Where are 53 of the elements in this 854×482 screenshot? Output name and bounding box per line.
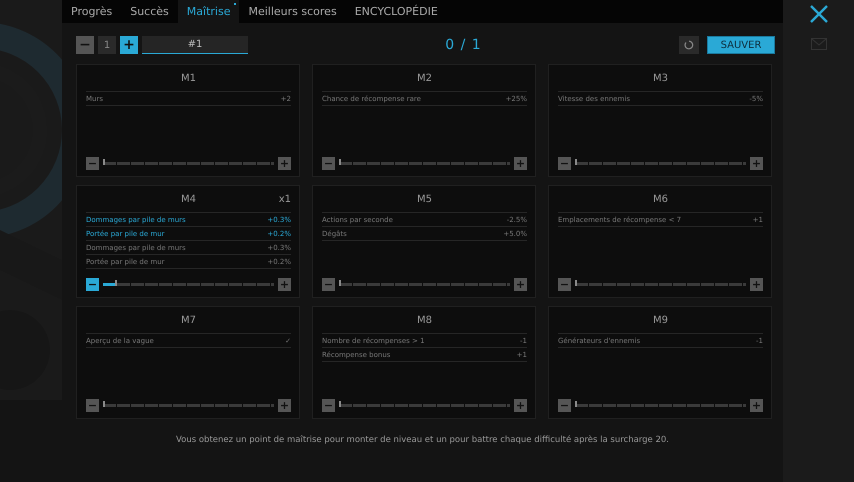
- level-slider[interactable]: [575, 162, 746, 165]
- card-title: M9: [653, 315, 668, 326]
- save-button[interactable]: SAUVER: [707, 36, 775, 54]
- card-title: M3: [653, 73, 668, 84]
- level-slider[interactable]: [103, 162, 274, 165]
- card-title: M2: [417, 73, 432, 84]
- increase-button[interactable]: +: [514, 399, 527, 412]
- footer-note: Vous obtenez un point de maîtrise pour monter de niveau et un pour battre chaque difficulté après la surcharge 20.: [174, 435, 670, 445]
- reset-button[interactable]: [679, 36, 699, 54]
- level-slider[interactable]: [339, 162, 510, 165]
- decrease-button[interactable]: −: [86, 278, 99, 291]
- envelope-icon[interactable]: [810, 38, 826, 50]
- increase-button[interactable]: +: [750, 278, 763, 291]
- multiplier: x1: [278, 194, 291, 205]
- tab[interactable]: Succès: [121, 0, 178, 23]
- loadout-number: 1: [98, 36, 116, 54]
- card-title: M1: [181, 73, 196, 84]
- increase-button[interactable]: +: [278, 399, 291, 412]
- decrease-button[interactable]: −: [86, 399, 99, 412]
- decrease-button[interactable]: −: [322, 157, 335, 170]
- tab[interactable]: ENCYCLOPÉDIE: [346, 0, 447, 23]
- increase-button[interactable]: +: [514, 157, 527, 170]
- decrease-button[interactable]: −: [86, 157, 99, 170]
- decrease-button[interactable]: −: [558, 157, 571, 170]
- level-slider[interactable]: [339, 283, 510, 286]
- level-slider[interactable]: [339, 404, 510, 407]
- decrease-button[interactable]: −: [558, 399, 571, 412]
- decrease-button[interactable]: −: [322, 399, 335, 412]
- decrease-button[interactable]: −: [322, 278, 335, 291]
- level-slider[interactable]: [103, 404, 274, 407]
- decrease-button[interactable]: −: [558, 278, 571, 291]
- increase-button[interactable]: +: [750, 399, 763, 412]
- tab[interactable]: Meilleurs scores: [239, 0, 346, 23]
- increase-button[interactable]: +: [278, 278, 291, 291]
- card-title: M4: [181, 194, 196, 205]
- close-icon[interactable]: [808, 4, 828, 24]
- decrease-button[interactable]: −: [76, 36, 94, 54]
- level-slider[interactable]: [103, 283, 274, 286]
- tab[interactable]: Progrès: [62, 0, 122, 23]
- increase-button[interactable]: +: [514, 278, 527, 291]
- increase-button[interactable]: +: [278, 157, 291, 170]
- card-title: M6: [653, 194, 668, 205]
- reset-icon: [684, 40, 694, 50]
- tab[interactable]: Maîtrise: [178, 0, 240, 23]
- increase-button[interactable]: +: [750, 157, 763, 170]
- increase-button[interactable]: +: [120, 36, 138, 54]
- card-title: M8: [417, 315, 432, 326]
- card-title: M7: [181, 315, 196, 326]
- loadout-name-field[interactable]: #1: [142, 36, 248, 54]
- level-slider[interactable]: [575, 283, 746, 286]
- level-slider[interactable]: [575, 404, 746, 407]
- points-counter: 0 / 1: [444, 37, 483, 53]
- card-title: M5: [417, 194, 432, 205]
